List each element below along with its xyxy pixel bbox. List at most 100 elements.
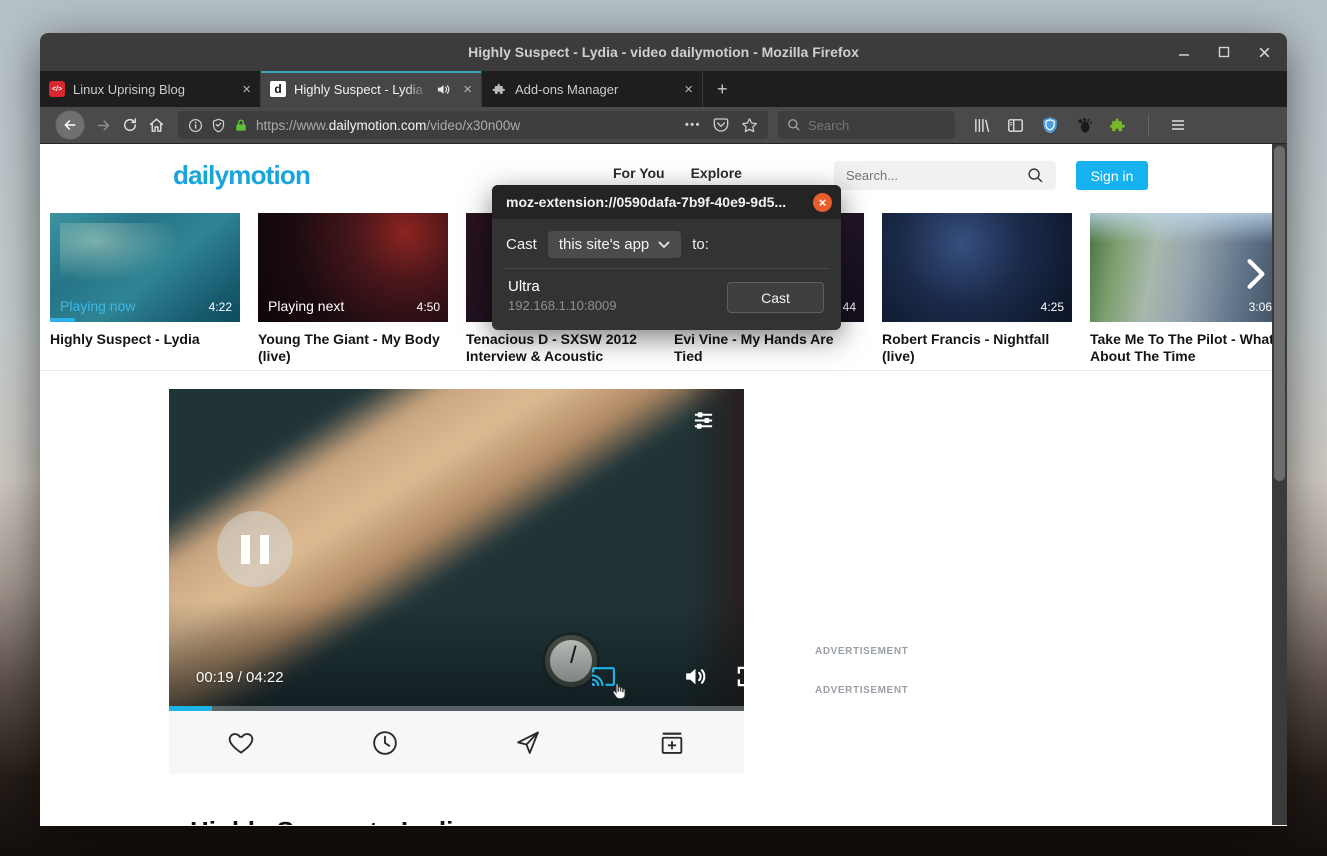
- video-action-bar: [169, 711, 744, 774]
- app-select-dropdown[interactable]: this site's app: [548, 231, 681, 258]
- close-button[interactable]: [1258, 46, 1271, 59]
- player-fullscreen-icon[interactable]: [736, 665, 744, 688]
- watch-later-clock-icon[interactable]: [371, 729, 399, 757]
- tab-linux-uprising-blog[interactable]: </> Linux Uprising Blog ×: [40, 71, 261, 107]
- pocket-icon[interactable]: [713, 117, 729, 133]
- player-volume-icon[interactable]: [683, 664, 708, 689]
- url-text[interactable]: https://www.dailymotion.com/video/x30n00…: [256, 118, 677, 133]
- duration-badge: 3:06: [1249, 300, 1272, 314]
- advertisement-label: ADVERTISEMENT: [815, 646, 908, 657]
- cast-label: Cast: [506, 236, 537, 253]
- nav-explore[interactable]: Explore: [691, 165, 742, 181]
- thumbnail-progress: [50, 318, 75, 322]
- gnome-foot-icon[interactable]: [1076, 117, 1093, 134]
- forward-button[interactable]: [95, 117, 112, 134]
- firefox-window: Highly Suspect - Lydia - video dailymoti…: [40, 33, 1287, 826]
- add-to-collection-icon[interactable]: [658, 729, 686, 757]
- tab-close-icon[interactable]: ×: [684, 81, 693, 98]
- cast-extension-popup: moz-extension://0590dafa-7b9f-40e9-9d5..…: [492, 185, 841, 330]
- dailymotion-favicon: d: [270, 81, 286, 97]
- popup-title: moz-extension://0590dafa-7b9f-40e9-9d5..…: [506, 194, 786, 210]
- section-divider: [40, 370, 1287, 371]
- tab-addons-manager[interactable]: Add-ons Manager ×: [482, 71, 703, 107]
- video-title[interactable]: Tenacious D - SXSW 2012 Interview & Acou…: [466, 331, 656, 365]
- popup-titlebar[interactable]: moz-extension://0590dafa-7b9f-40e9-9d5..…: [492, 185, 841, 219]
- duration-badge: 4:50: [417, 300, 440, 314]
- playing-next-badge: Playing next: [268, 298, 344, 314]
- chevron-down-icon: [658, 241, 670, 249]
- new-tab-button[interactable]: +: [703, 71, 742, 107]
- duration-badge: 44: [843, 300, 856, 314]
- like-heart-icon[interactable]: [227, 729, 255, 757]
- share-send-icon[interactable]: [514, 729, 542, 757]
- pause-button[interactable]: [217, 511, 293, 587]
- to-label: to:: [692, 236, 709, 253]
- cast-button[interactable]: Cast: [727, 282, 824, 313]
- extension-puzzle-icon[interactable]: [1110, 117, 1127, 134]
- tab-bar: </> Linux Uprising Blog × d Highly Suspe…: [40, 71, 1287, 107]
- tab-label: Linux Uprising Blog: [73, 82, 230, 97]
- sign-in-button[interactable]: Sign in: [1076, 161, 1148, 190]
- sidebar-icon[interactable]: [1007, 117, 1024, 134]
- nav-for-you[interactable]: For You: [613, 165, 665, 181]
- window-title: Highly Suspect - Lydia - video dailymoti…: [468, 44, 859, 60]
- minimize-button[interactable]: [1178, 46, 1190, 58]
- navigation-toolbar: https://www.dailymotion.com/video/x30n00…: [40, 107, 1287, 144]
- video-thumbnail[interactable]: Playing now 4:22: [50, 213, 240, 322]
- carousel-item[interactable]: Playing next 4:50 Young The Giant - My B…: [258, 213, 448, 365]
- page-heading: Highly Suspect - Lydia: [190, 816, 468, 825]
- url-bar[interactable]: https://www.dailymotion.com/video/x30n00…: [178, 111, 768, 139]
- video-title[interactable]: Young The Giant - My Body (live): [258, 331, 448, 365]
- bookmark-star-icon[interactable]: [741, 117, 758, 134]
- player-time: 00:19 / 04:22: [196, 669, 284, 686]
- video-thumbnail[interactable]: Playing next 4:50: [258, 213, 448, 322]
- video-title[interactable]: Robert Francis - Nightfall (live): [882, 331, 1072, 365]
- scrollbar[interactable]: [1272, 144, 1287, 825]
- page-content: dailymotion For You Explore Sign in Play…: [40, 144, 1287, 825]
- linux-uprising-favicon: </>: [49, 81, 65, 97]
- playing-now-badge: Playing now: [60, 298, 136, 314]
- maximize-button[interactable]: [1218, 46, 1230, 58]
- page-actions-icon[interactable]: •••: [685, 119, 701, 131]
- toolbar-search-input[interactable]: [808, 118, 928, 133]
- library-icon[interactable]: [973, 117, 990, 134]
- scrollbar-thumb[interactable]: [1274, 146, 1285, 481]
- addons-puzzle-favicon: [491, 81, 507, 97]
- mouse-cursor: [610, 681, 630, 701]
- tab-label: Add-ons Manager: [515, 82, 672, 97]
- cast-device-name: Ultra: [508, 278, 540, 295]
- tab-close-icon[interactable]: ×: [242, 81, 251, 98]
- lock-icon: [234, 118, 248, 133]
- site-search[interactable]: [834, 161, 1056, 190]
- toolbar-separator: [1148, 114, 1149, 136]
- video-player[interactable]: 00:19 / 04:22: [169, 389, 744, 711]
- tab-highly-suspect-lydia[interactable]: d Highly Suspect - Lydia ×: [261, 71, 482, 107]
- video-title[interactable]: Take Me To The Pilot - What About The Ti…: [1090, 331, 1280, 365]
- back-button[interactable]: [55, 110, 85, 140]
- reload-button[interactable]: [122, 117, 138, 133]
- video-title[interactable]: Evi Vine - My Hands Are Tied: [674, 331, 864, 365]
- site-info-icon[interactable]: [188, 118, 203, 133]
- video-title[interactable]: Highly Suspect - Lydia: [50, 331, 240, 348]
- player-settings-icon[interactable]: [692, 409, 715, 432]
- tab-audio-icon[interactable]: [436, 82, 451, 97]
- popup-close-button[interactable]: ×: [813, 193, 832, 212]
- cast-device-address: 192.168.1.10:8009: [508, 298, 616, 313]
- carousel-item[interactable]: 4:25 Robert Francis - Nightfall (live): [882, 213, 1072, 365]
- video-thumbnail[interactable]: 4:25: [882, 213, 1072, 322]
- duration-badge: 4:25: [1041, 300, 1064, 314]
- permissions-shield-icon[interactable]: [211, 118, 226, 133]
- menu-hamburger-icon[interactable]: [1170, 117, 1186, 133]
- tab-label: Highly Suspect - Lydia: [294, 82, 428, 97]
- site-search-input[interactable]: [846, 168, 1027, 183]
- toolbar-search[interactable]: [778, 111, 955, 139]
- protection-shield-icon[interactable]: [1041, 116, 1059, 134]
- duration-badge: 4:22: [209, 300, 232, 314]
- advertisement-label: ADVERTISEMENT: [815, 685, 908, 696]
- carousel-item[interactable]: Playing now 4:22 Highly Suspect - Lydia: [50, 213, 240, 365]
- tab-close-icon[interactable]: ×: [463, 81, 472, 98]
- dailymotion-logo[interactable]: dailymotion: [173, 160, 310, 191]
- home-button[interactable]: [148, 117, 165, 134]
- popup-divider: [504, 268, 829, 269]
- window-titlebar[interactable]: Highly Suspect - Lydia - video dailymoti…: [40, 33, 1287, 71]
